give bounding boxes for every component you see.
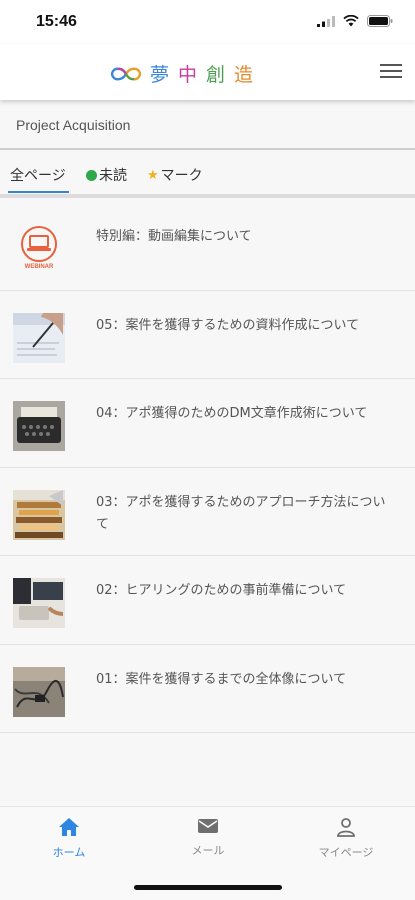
tab-unread[interactable]: 未読 (86, 165, 127, 185)
nav-home-label: ホーム (52, 846, 86, 859)
item-title: 02：ヒアリングのための事前準備について (96, 583, 347, 598)
home-indicator (134, 885, 282, 890)
home-icon (59, 818, 79, 836)
webinar-icon: WEBINAR (13, 224, 65, 274)
tab-all-label: 全ページ (10, 168, 66, 184)
logo-char: 造 (234, 64, 255, 86)
lesson-list: WEBINAR 特別編：動画編集について 05：案件を獲得するための資料作成につ… (0, 202, 415, 733)
filter-tabs: 全ページ 未読 ★ マーク (0, 152, 415, 198)
list-item[interactable]: 03：アポを獲得するためのアプローチ方法について (0, 467, 415, 556)
page-title-bar: Project Acquisition (0, 100, 415, 150)
status-bar: 15:46 (0, 0, 415, 44)
item-title: 05：案件を獲得するための資料作成について (96, 317, 360, 333)
star-icon: ★ (147, 167, 159, 183)
logo-char: 中 (178, 64, 199, 86)
list-item[interactable]: 02：ヒアリングのための事前準備について (0, 556, 415, 645)
wifi-icon (343, 15, 359, 27)
list-item[interactable]: 04：アポ獲得のためのDM文章作成術について (0, 379, 415, 468)
nav-mail-label: メール (191, 844, 225, 857)
writing-photo-thumbnail (13, 312, 65, 363)
typewriter-photo-thumbnail (13, 401, 65, 451)
logo-char: 創 (206, 64, 227, 86)
green-dot-icon (86, 169, 97, 181)
item-title: 04：アポ獲得のためのDM文章作成術について (96, 406, 368, 421)
nav-home[interactable]: ホーム (19, 817, 119, 860)
tab-mark[interactable]: ★ マーク (147, 165, 203, 185)
app-logo: 夢 中 創 造 (108, 60, 254, 87)
app-header: 夢 中 創 造 (0, 44, 415, 100)
tab-mark-label: マーク (160, 168, 203, 184)
list-item[interactable]: 01：案件を獲得するまでの全体像について (0, 644, 415, 733)
cables-photo-thumbnail (13, 666, 65, 717)
battery-icon (367, 15, 393, 27)
item-title: 特別編：動画編集について (96, 229, 252, 244)
hamburger-menu-icon[interactable] (380, 64, 402, 80)
item-title: 03：アポを獲得するためのアプローチ方法について (96, 494, 386, 532)
logo-text: 夢 中 創 造 (150, 60, 254, 87)
status-icons (317, 15, 393, 27)
logo-char: 夢 (150, 64, 171, 86)
user-icon (337, 818, 355, 837)
mail-icon (198, 819, 218, 833)
books-photo-thumbnail (13, 489, 65, 540)
signal-icon (317, 15, 335, 27)
list-item[interactable]: 05：案件を獲得するための資料作成について (0, 290, 415, 379)
tab-unread-label: 未読 (99, 168, 127, 184)
nav-mypage[interactable]: マイページ (296, 817, 396, 860)
page-title: Project Acquisition (16, 117, 131, 133)
item-title: 01：案件を獲得するまでの全体像について (96, 671, 347, 687)
tab-all-pages[interactable]: 全ページ (8, 165, 69, 193)
nav-mypage-label: マイページ (318, 846, 374, 859)
infinity-logo-icon (110, 67, 142, 80)
desk-photo-thumbnail (13, 578, 65, 628)
status-time: 15:46 (36, 13, 77, 30)
list-item[interactable]: WEBINAR 特別編：動画編集について (0, 202, 415, 291)
webinar-badge-text: WEBINAR (24, 264, 54, 270)
nav-mail[interactable]: メール (158, 817, 258, 858)
